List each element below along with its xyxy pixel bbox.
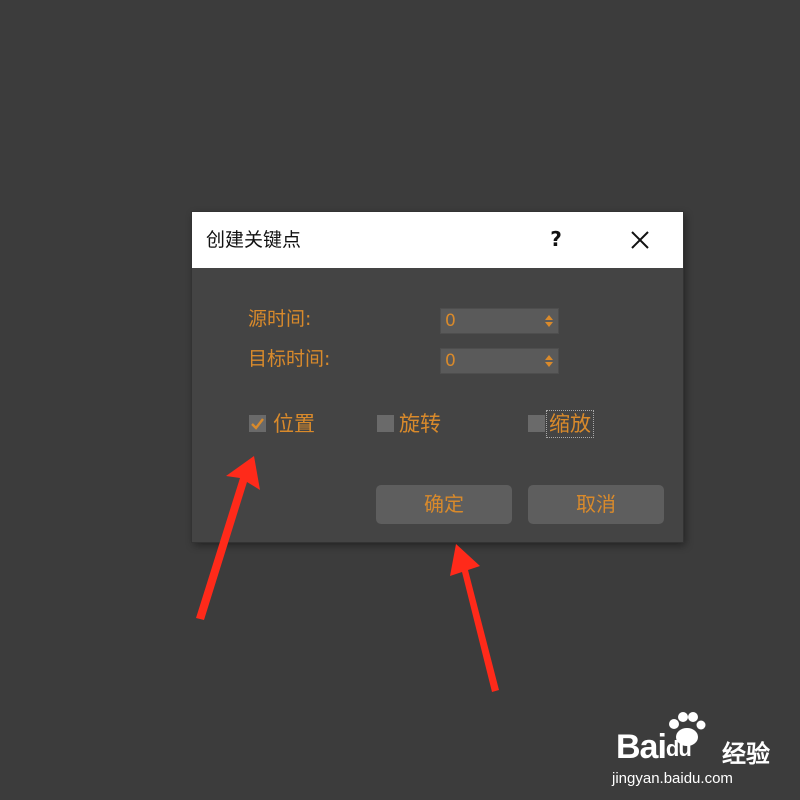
scale-checkbox-label[interactable]: 缩放 bbox=[546, 410, 594, 438]
target-time-label: 目标时间: bbox=[248, 348, 331, 370]
rotation-checkbox[interactable] bbox=[377, 415, 394, 432]
watermark-url: jingyan.baidu.com bbox=[612, 770, 733, 787]
cancel-button[interactable]: 取消 bbox=[528, 485, 664, 524]
position-checkbox-label[interactable]: 位置 bbox=[273, 411, 315, 437]
help-button[interactable]: ? bbox=[542, 224, 570, 254]
dialog-title: 创建关键点 bbox=[206, 229, 302, 251]
watermark-suffix: 经验 bbox=[722, 740, 770, 768]
target-time-input[interactable] bbox=[445, 350, 537, 372]
create-key-dialog: 创建关键点 ? 源时间: 目标时间: 位置 旋转 缩放 bbox=[192, 212, 683, 542]
source-time-spinner[interactable] bbox=[440, 308, 559, 334]
checkmark-icon bbox=[251, 418, 264, 430]
close-button[interactable] bbox=[624, 224, 656, 256]
watermark-logo: Baidu bbox=[616, 728, 692, 766]
source-time-label: 源时间: bbox=[248, 308, 312, 330]
spinner-arrows-icon[interactable] bbox=[544, 353, 554, 369]
spinner-arrows-icon[interactable] bbox=[544, 313, 554, 329]
position-checkbox[interactable] bbox=[249, 415, 266, 432]
dialog-titlebar[interactable]: 创建关键点 ? bbox=[192, 212, 683, 268]
target-time-spinner[interactable] bbox=[440, 348, 559, 374]
source-time-input[interactable] bbox=[445, 310, 537, 332]
annotation-arrow-center bbox=[450, 544, 499, 692]
rotation-checkbox-label[interactable]: 旋转 bbox=[399, 411, 441, 437]
baidu-jingyan-watermark: Baidu 经验 jingyan.baidu.com bbox=[612, 712, 792, 792]
close-icon bbox=[631, 231, 649, 249]
scale-checkbox[interactable] bbox=[528, 415, 545, 432]
ok-button[interactable]: 确定 bbox=[376, 485, 512, 524]
